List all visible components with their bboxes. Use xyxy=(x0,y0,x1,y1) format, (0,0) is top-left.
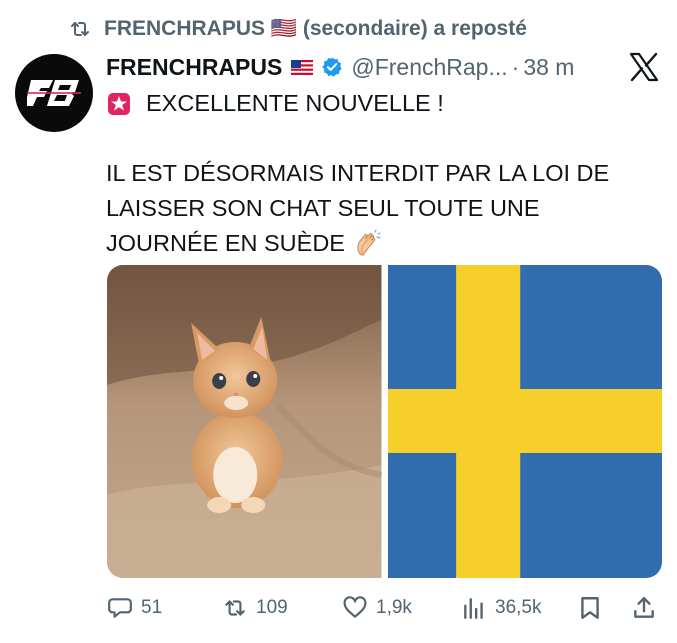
avatar[interactable] xyxy=(15,54,93,132)
repost-count: 109 xyxy=(256,597,288,618)
separator-dot: · xyxy=(511,53,520,80)
tweet-line-2: IL EST DÉSORMAIS INTERDIT PAR LA LOI DE xyxy=(106,160,610,186)
tweet-line-3: LAISSER SON CHAT SEUL TOUTE UNE xyxy=(106,195,540,221)
bookmark-icon xyxy=(581,597,599,619)
repost-icon xyxy=(71,22,89,36)
tweet-line-1: EXCELLENTE NOUVELLE ! xyxy=(146,90,444,116)
repost-label: FRENCHRAPUS 🇺🇸 (secondaire) a reposté xyxy=(104,17,527,40)
author-handle[interactable]: @FrenchRap... xyxy=(351,54,507,81)
reply-button[interactable]: 51 xyxy=(107,595,162,621)
like-button[interactable]: 1,9k xyxy=(342,595,412,621)
siren-icon xyxy=(108,92,130,115)
analytics-icon xyxy=(464,598,483,619)
us-flag-icon xyxy=(291,59,314,75)
like-count: 1,9k xyxy=(376,597,412,618)
views-button[interactable]: 36,5k xyxy=(461,595,541,621)
heart-icon xyxy=(343,596,367,618)
tweet-media[interactable] xyxy=(107,265,662,578)
sweden-flag-icon xyxy=(387,265,662,578)
kitten-image xyxy=(107,265,382,578)
author-name[interactable]: FRENCHRAPUS xyxy=(106,54,282,81)
tweet-line-4: JOURNÉE EN SUÈDE xyxy=(106,230,345,256)
share-icon xyxy=(634,597,654,618)
repost-icon xyxy=(225,600,245,616)
avatar-logo-icon xyxy=(27,80,81,106)
verified-badge-icon xyxy=(322,57,342,77)
share-button[interactable] xyxy=(631,595,657,621)
repost-header[interactable]: FRENCHRAPUS 🇺🇸 (secondaire) a reposté xyxy=(68,14,527,44)
x-logo-icon[interactable] xyxy=(629,52,659,82)
tweet-text: EXCELLENTE NOUVELLE ! IL EST DÉSORMAIS I… xyxy=(106,86,666,261)
bookmark-button[interactable] xyxy=(577,595,603,621)
tweet-actions: 51 109 1,9k 36,5k xyxy=(107,588,662,628)
reply-count: 51 xyxy=(141,597,163,618)
kitten-photo[interactable] xyxy=(107,265,382,578)
post-time[interactable]: 38 m xyxy=(523,54,574,81)
sweden-flag-image[interactable] xyxy=(387,265,662,578)
views-count: 36,5k xyxy=(495,597,542,618)
clapping-hands-icon xyxy=(357,228,381,256)
tweet-header: FRENCHRAPUS @FrenchRap... · 38 m xyxy=(106,50,574,84)
reply-icon xyxy=(108,598,132,618)
repost-button[interactable]: 109 xyxy=(222,595,288,621)
